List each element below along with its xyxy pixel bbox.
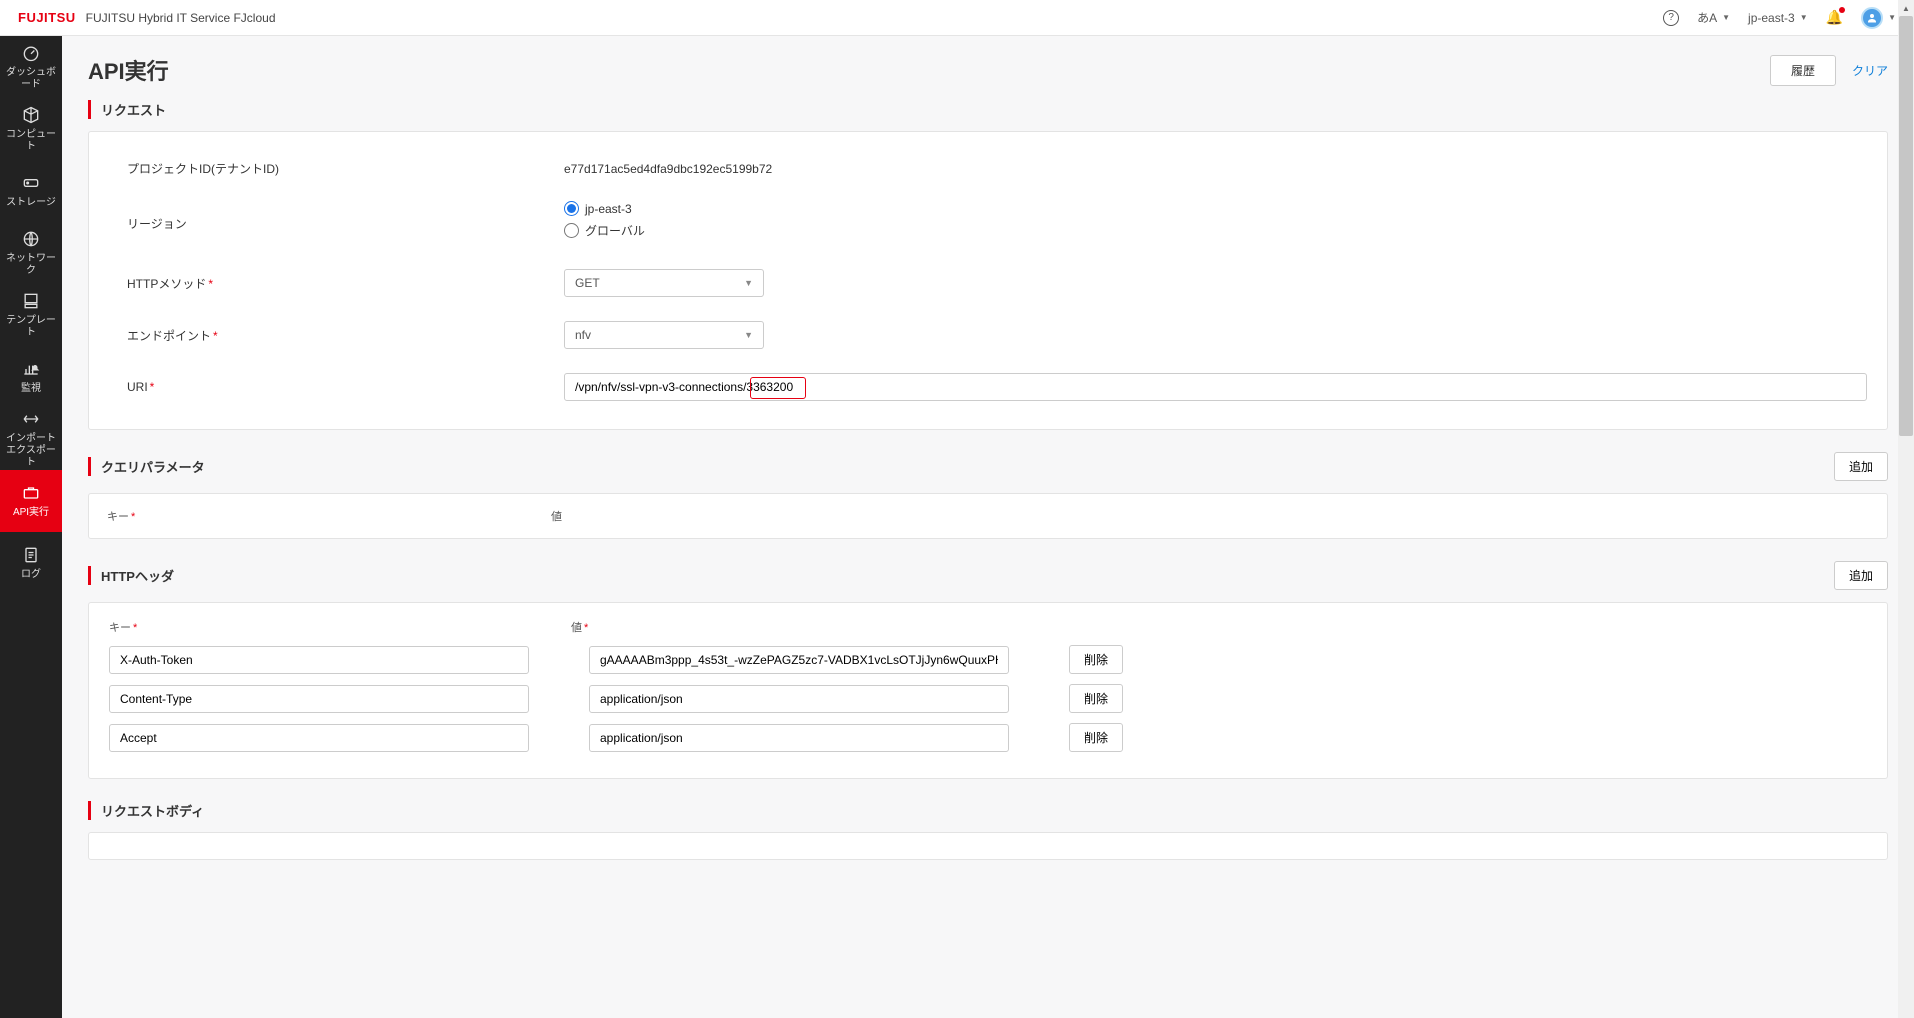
transfer-icon xyxy=(21,409,41,429)
chevron-down-icon: ▼ xyxy=(1722,13,1730,22)
sidebar-item-label: ログ xyxy=(21,569,41,581)
query-key-header: キー* xyxy=(89,508,551,524)
region-dropdown[interactable]: jp-east-3 ▼ xyxy=(1748,11,1808,25)
sidebar-item-api-execution[interactable]: API実行 xyxy=(0,470,62,532)
header-value-input[interactable] xyxy=(589,724,1009,752)
sidebar-item-template[interactable]: テンプレート xyxy=(0,284,62,346)
drive-icon xyxy=(21,173,41,193)
endpoint-select[interactable]: nfv▼ xyxy=(564,321,764,349)
header-delete-button[interactable]: 削除 xyxy=(1069,723,1123,752)
sidebar-item-label: ダッシュボード xyxy=(2,67,60,91)
clear-button[interactable]: クリア xyxy=(1852,62,1888,79)
header-key-input[interactable] xyxy=(109,646,529,674)
sidebar-item-label: インポート エクスポート xyxy=(2,433,60,469)
sidebar-item-network[interactable]: ネットワーク xyxy=(0,222,62,284)
sidebar-item-label: ネットワーク xyxy=(2,253,60,277)
header-value-col: 値* xyxy=(571,619,1867,635)
region-label: リージョン xyxy=(109,215,564,232)
sidebar-item-label: ストレージ xyxy=(6,197,56,209)
region-label: jp-east-3 xyxy=(1748,11,1795,25)
cube-icon xyxy=(21,105,41,125)
sidebar-item-label: テンプレート xyxy=(2,315,60,339)
scroll-up-icon[interactable]: ▲ xyxy=(1898,0,1914,16)
endpoint-label: エンドポイント* xyxy=(109,327,564,344)
uri-label: URI* xyxy=(109,380,564,394)
sidebar-item-monitoring[interactable]: 監視 xyxy=(0,346,62,408)
project-id-value: e77d171ac5ed4dfa9dbc192ec5199b72 xyxy=(564,162,1867,176)
header-row: 削除 xyxy=(109,684,1867,713)
language-switcher[interactable]: あA ▼ xyxy=(1697,9,1730,26)
toolbox-icon xyxy=(21,483,41,503)
chevron-down-icon: ▼ xyxy=(744,278,753,288)
http-headers-card: キー* 値* 削除 削除 削除 xyxy=(88,602,1888,779)
logo: FUJITSU xyxy=(18,10,76,25)
header-value-input[interactable] xyxy=(589,646,1009,674)
sidebar-item-label: 監視 xyxy=(21,383,41,395)
header-key-input[interactable] xyxy=(109,685,529,713)
section-body-header: リクエストボディ xyxy=(88,801,1888,820)
notifications-button[interactable]: 🔔 xyxy=(1826,9,1843,26)
header-key-input[interactable] xyxy=(109,724,529,752)
header-value-input[interactable] xyxy=(589,685,1009,713)
sidebar-item-dashboard[interactable]: ダッシュボード xyxy=(0,36,62,98)
chart-bell-icon xyxy=(21,359,41,379)
main-content: API実行 履歴 クリア リクエスト プロジェクトID(テナントID) e77d… xyxy=(62,36,1914,1018)
region-option-global[interactable]: グローバル xyxy=(564,222,1867,239)
http-method-select[interactable]: GET▼ xyxy=(564,269,764,297)
sidebar-item-compute[interactable]: コンピュート xyxy=(0,98,62,160)
gauge-icon xyxy=(21,43,41,63)
region-option-jp-east-3[interactable]: jp-east-3 xyxy=(564,201,1867,216)
project-id-label: プロジェクトID(テナントID) xyxy=(109,160,564,177)
uri-input[interactable] xyxy=(564,373,1867,401)
globe-icon xyxy=(21,229,41,249)
header-delete-button[interactable]: 削除 xyxy=(1069,645,1123,674)
user-menu[interactable]: ▼ xyxy=(1861,7,1896,29)
section-request-header: リクエスト xyxy=(88,100,1888,119)
layers-icon xyxy=(21,291,41,311)
query-add-button[interactable]: 追加 xyxy=(1834,452,1888,481)
request-body-box[interactable] xyxy=(88,832,1888,860)
product-title: FUJITSU Hybrid IT Service FJcloud xyxy=(86,11,276,25)
sidebar-item-storage[interactable]: ストレージ xyxy=(0,160,62,222)
sidebar-item-label: コンピュート xyxy=(2,129,60,153)
query-value-header: 値 xyxy=(551,508,1887,524)
header-row: 削除 xyxy=(109,723,1867,752)
header-key-col: キー* xyxy=(109,619,571,635)
lang-icon: あA xyxy=(1697,9,1717,26)
header-delete-button[interactable]: 削除 xyxy=(1069,684,1123,713)
avatar-icon xyxy=(1861,7,1883,29)
headers-add-button[interactable]: 追加 xyxy=(1834,561,1888,590)
sidebar-item-import-export[interactable]: インポート エクスポート xyxy=(0,408,62,470)
notification-dot xyxy=(1839,7,1845,13)
scrollbar[interactable]: ▲ xyxy=(1898,0,1914,1018)
region-radio[interactable] xyxy=(564,201,579,216)
http-method-label: HTTPメソッド* xyxy=(109,275,564,292)
chevron-down-icon: ▼ xyxy=(1800,13,1808,22)
page-title: API実行 xyxy=(88,54,169,86)
region-radio[interactable] xyxy=(564,223,579,238)
sidebar: ダッシュボード コンピュート ストレージ ネットワーク テンプレート 監視 イン… xyxy=(0,36,62,1018)
history-button[interactable]: 履歴 xyxy=(1770,55,1836,86)
document-icon xyxy=(21,545,41,565)
scrollbar-thumb[interactable] xyxy=(1899,16,1913,436)
header-row: 削除 xyxy=(109,645,1867,674)
query-params-card: キー* 値 xyxy=(88,493,1888,539)
help-button[interactable]: ? xyxy=(1663,10,1679,26)
help-icon: ? xyxy=(1663,10,1679,26)
section-query-header: クエリパラメータ xyxy=(88,457,205,476)
chevron-down-icon: ▼ xyxy=(1888,13,1896,22)
sidebar-item-label: API実行 xyxy=(13,507,49,519)
request-card: プロジェクトID(テナントID) e77d171ac5ed4dfa9dbc192… xyxy=(88,131,1888,430)
chevron-down-icon: ▼ xyxy=(744,330,753,340)
sidebar-item-log[interactable]: ログ xyxy=(0,532,62,594)
topbar: FUJITSU FUJITSU Hybrid IT Service FJclou… xyxy=(0,0,1914,36)
section-headers-header: HTTPヘッダ xyxy=(88,566,174,585)
